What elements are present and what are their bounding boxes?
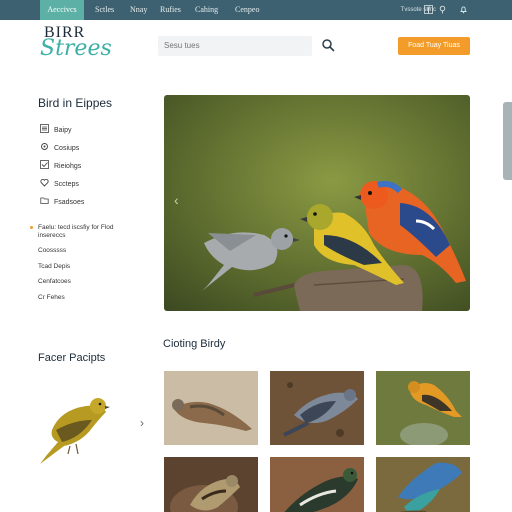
featured-section-title: Facer Pacipts (38, 352, 106, 364)
sidebar-item-label: Cosiups (54, 145, 80, 152)
sub-item-3[interactable]: Cenfatcoes (38, 277, 138, 286)
gallery-section-title: Cioting Birdy (163, 338, 226, 350)
sidebar-item-label: Baipy (54, 127, 72, 134)
nav-item-home[interactable]: Aeccivcs (40, 0, 84, 20)
sub-item-2[interactable]: Tcad Depis (38, 262, 138, 271)
subsection-line-2: insereccs (38, 232, 66, 239)
heart-icon (40, 179, 49, 187)
gallery-thumb-4[interactable] (164, 457, 258, 512)
hero-image[interactable] (164, 95, 470, 311)
check-icon (40, 160, 49, 169)
sidebar-item-3[interactable]: Rieiohgs (40, 160, 81, 172)
gallery-thumb-5[interactable] (270, 457, 364, 512)
gallery-thumb-3[interactable] (376, 371, 470, 445)
sidebar-item-4[interactable]: Sccteps (40, 178, 79, 190)
sidebar-item-label: Rieiohgs (54, 163, 82, 170)
nav-item-2[interactable]: Sctles (95, 0, 114, 20)
nav-item-6[interactable]: Cenpeo (235, 0, 259, 20)
top-nav-bar: Aeccivcs Sctles Nnay Rufies Cahing Cenpe… (0, 0, 512, 20)
sidebar-title: Bird in Eippes (38, 96, 113, 110)
hero-prev-arrow[interactable]: ‹ (174, 192, 179, 208)
nav-item-3[interactable]: Nnay (130, 0, 147, 20)
sidebar-item-1[interactable]: Baipy (40, 124, 72, 136)
featured-bird-image[interactable] (30, 380, 116, 470)
featured-next-arrow[interactable]: › (140, 416, 144, 430)
notification-icon[interactable] (459, 5, 468, 14)
search-icon[interactable] (321, 38, 335, 52)
sidebar-item-label: Fsadsoes (54, 199, 85, 206)
gallery-thumb-1[interactable] (164, 371, 258, 445)
sub-item-1[interactable]: Coosssss (38, 246, 138, 255)
folder-icon (40, 197, 49, 204)
gallery-thumb-6[interactable] (376, 457, 470, 512)
facebook-icon[interactable] (424, 5, 433, 14)
cta-button[interactable]: Foad Tuay Tiuas (398, 37, 470, 55)
gallery-thumb-2[interactable] (270, 371, 364, 445)
sidebar-item-2[interactable]: Cosiups (40, 142, 79, 154)
logo-script[interactable]: Strees (40, 36, 112, 61)
sub-item-4[interactable]: Cr Fehes (38, 293, 138, 302)
nav-item-4[interactable]: Rufies (160, 0, 181, 20)
sidebar-item-5[interactable]: Fsadsoes (40, 196, 84, 208)
pin-icon[interactable] (438, 5, 447, 14)
nav-item-5[interactable]: Cahing (195, 0, 218, 20)
list-icon (40, 124, 49, 133)
side-feedback-tab[interactable] (503, 102, 512, 180)
sidebar-item-label: Sccteps (54, 181, 79, 188)
gear-icon (41, 143, 48, 150)
active-bullet (30, 226, 33, 229)
search-input[interactable] (158, 36, 312, 56)
